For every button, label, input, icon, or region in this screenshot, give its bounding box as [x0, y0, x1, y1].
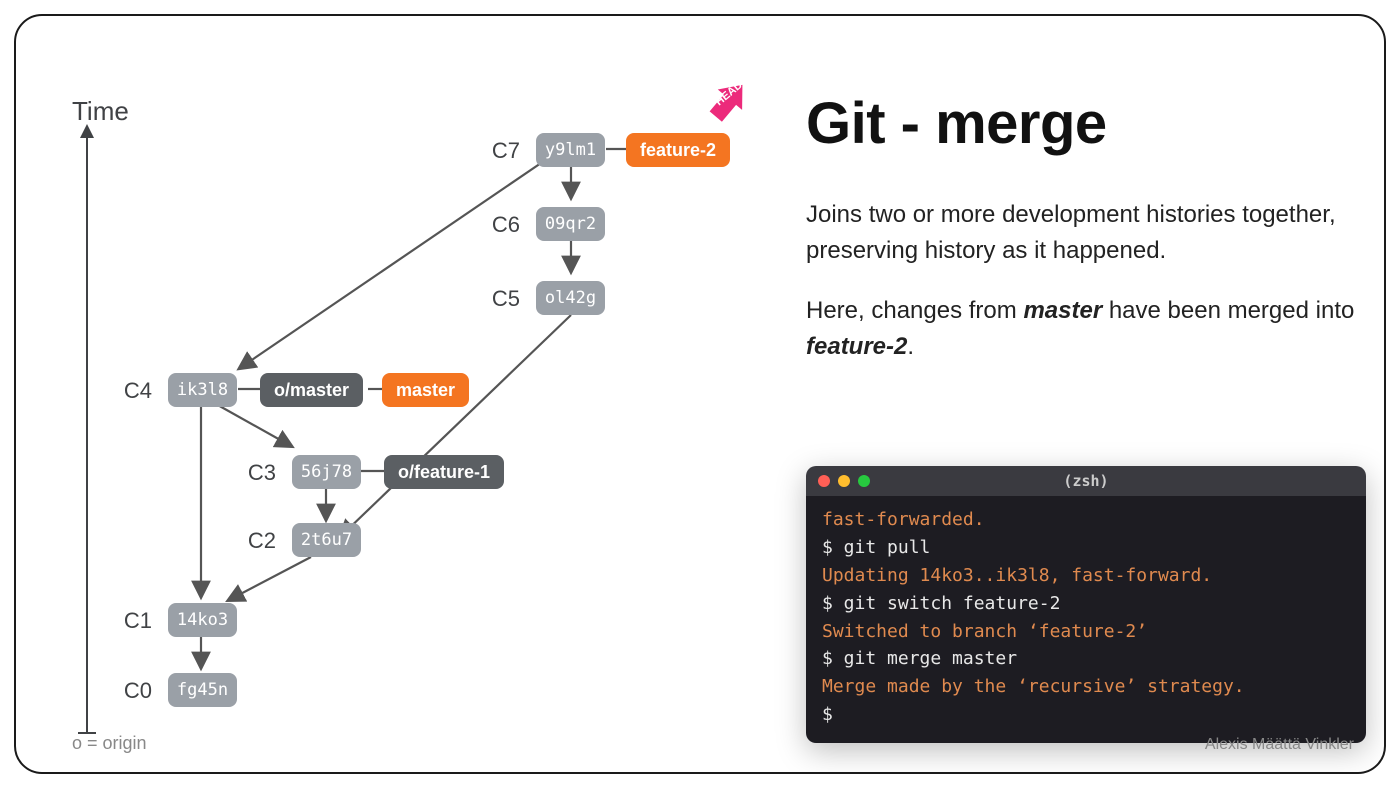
graph-edges [116, 96, 796, 736]
terminal-body[interactable]: fast-forwarded.$ git pullUpdating 14ko3.… [806, 496, 1366, 743]
origin-legend: o = origin [72, 733, 147, 754]
commit-node-c7: y9lm1 [536, 133, 605, 167]
commit-label-c0: C0 [116, 678, 152, 704]
terminal-output: fast-forwarded. [822, 506, 1350, 534]
commit-label-c7: C7 [484, 138, 520, 164]
diagram-frame: Time o = origin [14, 14, 1386, 774]
terminal-output: Switched to branch ‘feature-2’ [822, 618, 1350, 646]
commit-node-c6: 09qr2 [536, 207, 605, 241]
commit-node-c4: ik3l8 [168, 373, 237, 407]
commit-label-c3: C3 [240, 460, 276, 486]
description-1: Joins two or more development histories … [806, 197, 1366, 269]
ref-o-master: o/master [260, 373, 363, 407]
commit-label-c1: C1 [116, 608, 152, 634]
terminal-command: $ git pull [822, 534, 1350, 562]
terminal-output: Merge made by the ‘recursive’ strategy. [822, 673, 1350, 701]
terminal-command: $ git merge master [822, 645, 1350, 673]
branch-master: master [382, 373, 469, 407]
commit-label-c2: C2 [240, 528, 276, 554]
commit-node-c1: 14ko3 [168, 603, 237, 637]
terminal-command: $ git switch feature-2 [822, 590, 1350, 618]
page-title: Git - merge [806, 90, 1366, 157]
explanation-column: Git - merge Joins two or more developmen… [806, 90, 1366, 389]
ref-o-feature-1: o/feature-1 [384, 455, 504, 489]
commit-node-c2: 2t6u7 [292, 523, 361, 557]
commit-node-c0: fg45n [168, 673, 237, 707]
time-axis [86, 126, 88, 734]
commit-label-c5: C5 [484, 286, 520, 312]
commit-graph: C7 y9lm1 feature-2 HEAD C6 09qr2 C5 ol42… [116, 96, 796, 736]
terminal-window: (zsh) fast-forwarded.$ git pullUpdating … [806, 466, 1366, 743]
description-2: Here, changes from master have been merg… [806, 293, 1366, 365]
author-credit: Alexis Määttä Vinkler [1205, 736, 1354, 754]
terminal-titlebar: (zsh) [806, 466, 1366, 496]
branch-feature-2: feature-2 [626, 133, 730, 167]
terminal-command: $ [822, 701, 1350, 729]
terminal-output: Updating 14ko3..ik3l8, fast-forward. [822, 562, 1350, 590]
commit-node-c5: ol42g [536, 281, 605, 315]
commit-label-c4: C4 [116, 378, 152, 404]
head-pointer: HEAD [698, 72, 758, 132]
terminal-title: (zsh) [806, 472, 1366, 490]
commit-label-c6: C6 [484, 212, 520, 238]
commit-node-c3: 56j78 [292, 455, 361, 489]
